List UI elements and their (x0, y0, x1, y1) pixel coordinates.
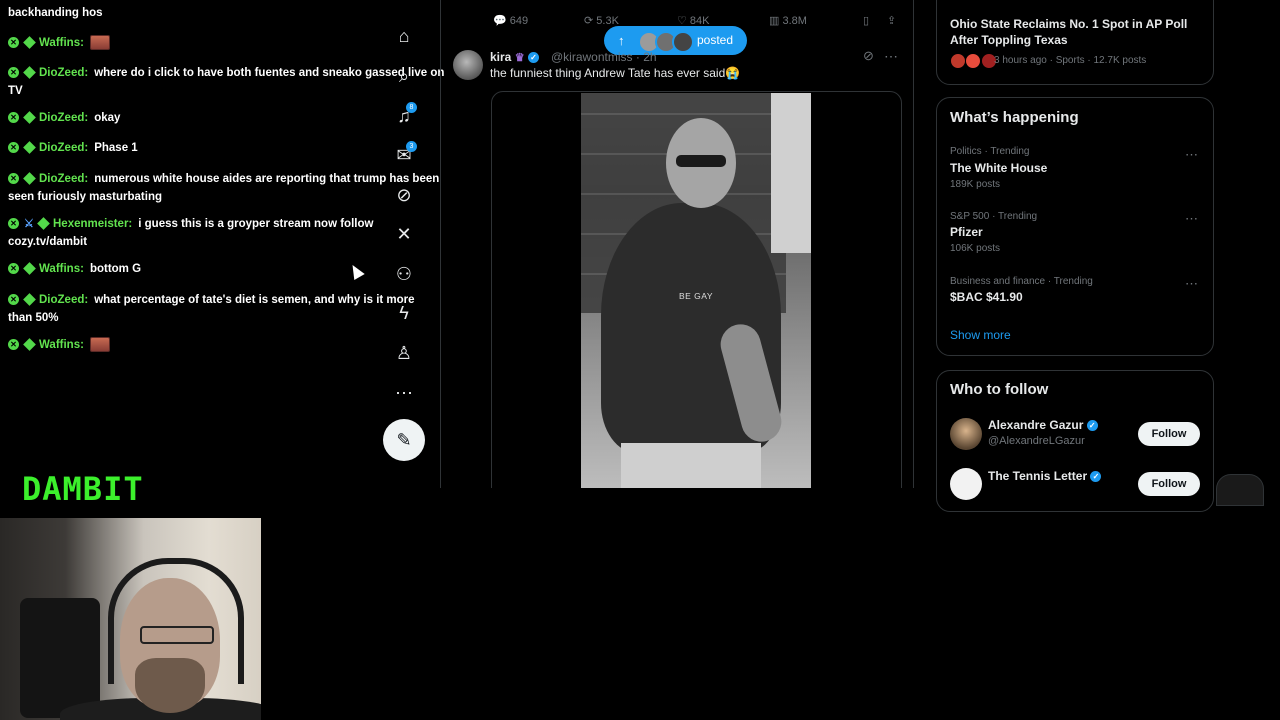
share-icon[interactable]: ⇪ (887, 14, 896, 27)
avatar (950, 53, 966, 69)
author-avatar[interactable] (453, 50, 483, 80)
x-premium-icon[interactable]: ✕ (393, 223, 415, 245)
more-icon[interactable]: ⋯ (1185, 276, 1198, 292)
author-name[interactable]: kira ♛ ✓ (490, 50, 539, 64)
more-icon[interactable]: ⋯ (1185, 211, 1198, 227)
avatar (965, 53, 982, 69)
news-card[interactable]: Ohio State Reclaims No. 1 Spot in AP Pol… (936, 0, 1214, 85)
account-name[interactable]: Alexandre Gazur ✓ (988, 418, 1098, 432)
verified-badge-icon: ✓ (527, 52, 539, 64)
trend-category: S&P 500 · Trending (950, 211, 1038, 222)
sunglasses-shape (676, 155, 726, 167)
bookmark-icon[interactable]: ▯ (863, 14, 869, 27)
grok-explain-icon[interactable]: ⊘ (863, 48, 874, 64)
trend-name[interactable]: Pfizer (950, 225, 983, 239)
grok-icon[interactable]: ⊘ (393, 184, 415, 206)
trend-category: Politics · Trending (950, 146, 1030, 157)
verified-orgs-icon[interactable]: ϟ (393, 302, 415, 324)
follow-button[interactable]: Follow (1138, 472, 1200, 496)
sky-shape (771, 93, 811, 253)
new-posts-label: posted (697, 33, 734, 47)
verified-badge-icon: ✓ (1086, 420, 1098, 432)
compose-post-button[interactable]: ✎ (383, 419, 425, 461)
chair-shape (20, 598, 100, 718)
headset-shape (108, 558, 244, 684)
avatar[interactable] (950, 468, 982, 500)
post-text: the funniest thing Andrew Tate has ever … (490, 66, 741, 80)
avatar[interactable] (950, 418, 982, 450)
more-icon[interactable]: ⋯ (884, 48, 898, 65)
avatar (672, 31, 694, 53)
messages-count-badge: 3 (406, 141, 417, 152)
account-handle: @AlexandreLGazur (988, 435, 1085, 447)
follow-button[interactable]: Follow (1138, 422, 1200, 446)
explore-icon[interactable]: ⌕ (393, 65, 415, 87)
post-time: · 2h (635, 50, 657, 64)
repost-button[interactable]: ⟳ 5.3K (584, 14, 619, 27)
verified-badge-icon: ✓ (1090, 471, 1102, 483)
trend-count: 106K posts (950, 243, 1001, 254)
more-options-icon[interactable]: ⋯ (393, 382, 415, 404)
show-more-link[interactable]: Show more (950, 328, 1011, 342)
author-handle[interactable]: @kirawontmiss · 2h (551, 50, 657, 64)
video-player[interactable]: BE GAY (581, 93, 811, 488)
news-headline[interactable]: Ohio State Reclaims No. 1 Spot in AP Pol… (950, 16, 1205, 48)
trend-name[interactable]: $BAC $41.90 (950, 290, 1023, 304)
account-name[interactable]: The Tennis Letter ✓ (988, 469, 1102, 483)
legs-shape (621, 443, 761, 488)
communities-icon[interactable]: ⚇ (393, 263, 415, 285)
whats-happening-card: What’s happening Politics · Trending The… (936, 97, 1214, 356)
messages-drawer-button[interactable] (1216, 474, 1264, 506)
section-title: Who to follow (950, 381, 1049, 398)
views-button[interactable]: ▥ 3.8M (769, 14, 807, 27)
emoji-icon: ♛ (514, 52, 525, 64)
webcam-feed (0, 518, 261, 720)
news-meta: 3 hours ago · Sports · 12.7K posts (994, 55, 1147, 66)
home-icon[interactable]: ⌂ (393, 25, 415, 47)
profile-icon[interactable]: ♙ (393, 342, 415, 364)
trend-count: 189K posts (950, 179, 1001, 190)
x-app: ⌂ ⌕ ♫ 8 ✉ 3 ⊘ ✕ ⚇ ϟ ♙ ⋯ ✎ 💬 649 ⟳ 5.3K ♡… (0, 0, 1280, 512)
news-avatars (950, 53, 997, 74)
post-media[interactable]: BE GAY (491, 91, 902, 488)
reply-button[interactable]: 💬 649 (493, 14, 528, 27)
section-title: What’s happening (950, 109, 1079, 126)
trend-category: Business and finance · Trending (950, 276, 1093, 287)
notifications-count-badge: 8 (406, 102, 417, 113)
trend-name[interactable]: The White House (950, 161, 1047, 175)
more-icon[interactable]: ⋯ (1185, 147, 1198, 163)
video-caption: BE GAY (678, 291, 714, 301)
who-to-follow-card: Who to follow Alexandre Gazur ✓ @Alexand… (936, 370, 1214, 512)
arrow-up-icon: ↑ (618, 33, 625, 48)
